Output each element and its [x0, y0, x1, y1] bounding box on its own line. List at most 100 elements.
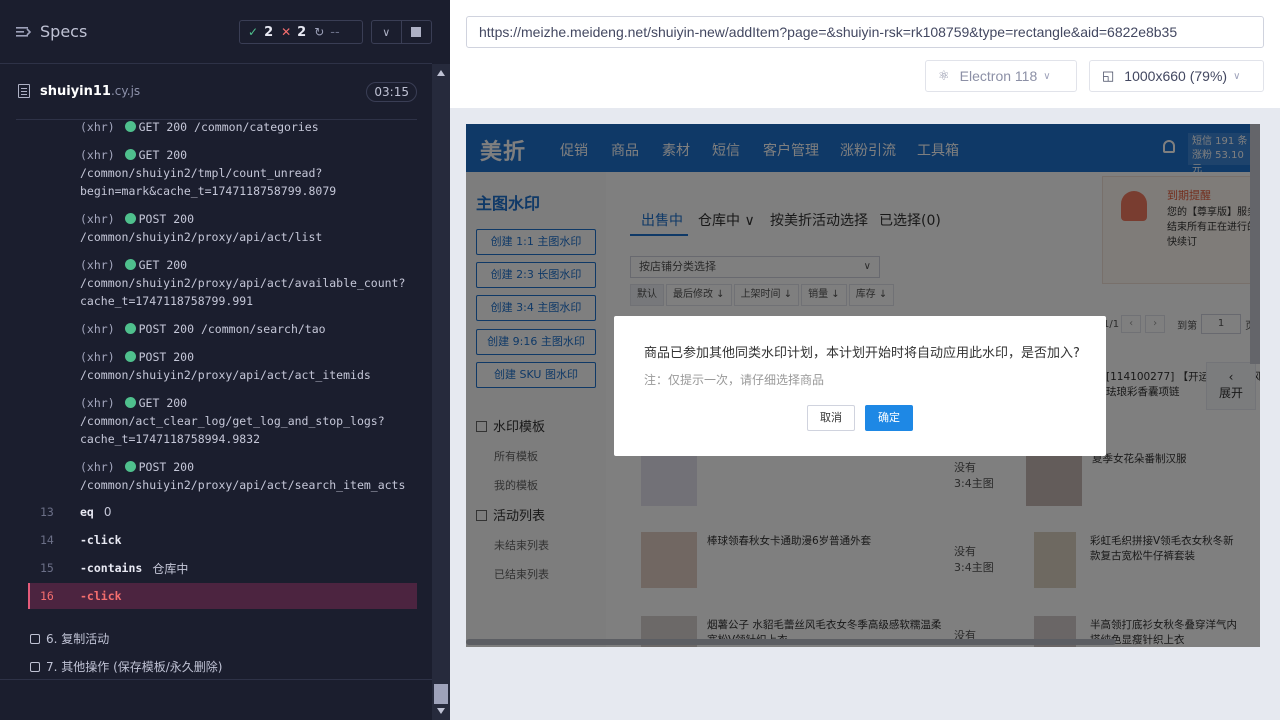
status-dot-icon — [124, 461, 136, 472]
test-item[interactable]: 6. 复制活动 — [30, 630, 109, 647]
xhr-path: /common/shuiyin2/proxy/api/act/available… — [80, 276, 406, 290]
reporter-header: Specs ✓ 2 ✕ 2 ↻ -- ∨ — [0, 0, 432, 64]
xhr-tag: (xhr) — [80, 396, 115, 410]
command-name: -click — [80, 533, 122, 547]
file-icon — [18, 84, 30, 98]
dialog-note: 注：仅提示一次，请仔细选择商品 — [644, 373, 825, 387]
stop-icon — [411, 27, 422, 37]
xhr-path: /common/shuiyin2/tmpl/count_unread? — [80, 166, 323, 180]
scroll-down-icon[interactable] — [437, 708, 445, 714]
command-row[interactable]: 15 -contains 仓库中 — [0, 555, 417, 581]
command-row[interactable]: 14 -click — [0, 527, 417, 553]
spec-name: shuiyin11.cy.js — [40, 84, 140, 99]
passed-stat: ✓ 2 — [248, 25, 273, 40]
viewport-info[interactable]: ◱ 1000x660 (79%) ∨ — [1089, 60, 1264, 92]
xhr-tag: (xhr) — [80, 212, 115, 226]
scroll-thumb[interactable] — [434, 684, 448, 704]
confirm-dialog: 商品已参加其他同类水印计划，本计划开始时将自动应用此水印，是否加入? 注：仅提示… — [614, 316, 1106, 456]
collapse-button[interactable]: ∨ — [372, 21, 402, 43]
chevron-down-icon: ∨ — [1233, 70, 1241, 82]
stop-button[interactable] — [402, 21, 431, 43]
command-number: 13 — [40, 505, 54, 519]
cancel-button[interactable]: 取消 — [807, 405, 855, 431]
command-name: eq — [80, 505, 94, 519]
status-dot-icon — [124, 213, 136, 224]
pending-test-icon — [30, 633, 40, 644]
xhr-method: POST 200 — [138, 212, 195, 226]
electron-icon: ⚛ — [938, 68, 950, 83]
command-number: 14 — [40, 533, 54, 547]
spec-duration: 03:15 — [366, 82, 417, 102]
command-row-failed[interactable]: 16 -click — [28, 583, 417, 609]
header-controls: ∨ — [371, 20, 432, 44]
browser-selector[interactable]: ⚛ Electron 118 ∨ — [925, 60, 1077, 92]
status-dot-icon — [124, 351, 136, 362]
app-iframe: 美折 促销 商品 素材 短信 客户管理 涨粉引流 工具箱 短信 191 条 涨粉… — [466, 124, 1260, 647]
specs-title[interactable]: Specs — [40, 22, 87, 41]
command-number: 15 — [40, 561, 54, 575]
cross-icon: ✕ — [281, 25, 292, 39]
xhr-tag: (xhr) — [80, 120, 115, 134]
xhr-entry[interactable]: (xhr) POST 200 /common/shuiyin2/proxy/api… — [80, 458, 420, 494]
command-arg: 仓库中 — [152, 561, 189, 576]
xhr-entry[interactable]: (xhr) GET 200 /common/act_clear_log/get_l… — [80, 394, 420, 448]
xhr-path: /common/shuiyin2/proxy/api/act/search_it… — [80, 478, 406, 492]
viewport-size: 1000x660 — [1124, 68, 1186, 84]
viewport-icon: ◱ — [1102, 68, 1115, 83]
aut-header: https://meizhe.meideng.net/shuiyin-new/a… — [450, 0, 1280, 108]
spinner-icon: ↻ — [314, 25, 325, 39]
test-label: 7. 其他操作 (保存模板/永久删除) — [46, 660, 223, 674]
zoom-level: (79%) — [1189, 68, 1228, 84]
status-dot-icon — [124, 397, 136, 408]
url-bar[interactable]: https://meizhe.meideng.net/shuiyin-new/a… — [466, 16, 1264, 48]
xhr-path: cache_t=1747118758994.9832 — [80, 432, 261, 446]
status-dot-icon — [124, 121, 136, 132]
pending-count: -- — [330, 24, 340, 40]
xhr-tag: (xhr) — [80, 148, 115, 162]
passed-count: 2 — [264, 24, 274, 40]
xhr-method: GET 200 — [138, 120, 188, 134]
command-row[interactable]: 13 eq 0 — [0, 499, 417, 525]
chevron-down-icon: ∨ — [1043, 70, 1051, 82]
pending-test-icon — [30, 661, 40, 672]
chevron-down-icon: ∨ — [382, 25, 391, 39]
command-name: -contains — [80, 561, 143, 575]
xhr-method: GET 200 — [138, 148, 188, 162]
confirm-button[interactable]: 确定 — [865, 405, 913, 431]
cypress-reporter: Specs ✓ 2 ✕ 2 ↻ -- ∨ shuiyin11.cy.js 03:15 … — [0, 0, 432, 720]
divider — [0, 679, 432, 680]
check-icon: ✓ — [248, 25, 259, 39]
command-number: 16 — [40, 589, 54, 603]
xhr-tag: (xhr) — [80, 322, 115, 336]
spec-name-text: shuiyin11 — [40, 84, 111, 99]
command-arg: 0 — [103, 505, 112, 519]
aut-panel: https://meizhe.meideng.net/shuiyin-new/a… — [450, 0, 1280, 720]
scroll-up-icon[interactable] — [437, 70, 445, 76]
xhr-path: cache_t=1747118758799.991 — [80, 294, 254, 308]
xhr-entry[interactable]: (xhr) GET 200 /common/shuiyin2/tmpl/count… — [80, 146, 420, 200]
xhr-entry[interactable]: (xhr) GET 200 /common/shuiyin2/proxy/api/… — [80, 256, 420, 310]
xhr-tag: (xhr) — [80, 460, 115, 474]
xhr-method: GET 200 — [138, 258, 188, 272]
xhr-entry[interactable]: (xhr) GET 200 /common/categories — [80, 118, 420, 136]
specs-list-icon[interactable] — [16, 24, 32, 40]
xhr-entry[interactable]: (xhr) POST 200 /common/search/tao — [80, 320, 420, 338]
failed-stat: ✕ 2 — [281, 25, 306, 40]
status-dot-icon — [124, 149, 136, 160]
xhr-path: /common/act_clear_log/get_log_and_stop_l… — [80, 414, 385, 428]
test-item[interactable]: 7. 其他操作 (保存模板/永久删除) — [30, 658, 223, 675]
xhr-entry[interactable]: (xhr) POST 200 /common/shuiyin2/proxy/api… — [80, 210, 420, 246]
xhr-method: POST 200 — [138, 460, 195, 474]
xhr-method: POST 200 — [138, 322, 195, 336]
browser-label: Electron 118 — [959, 68, 1038, 84]
xhr-method: POST 200 — [138, 350, 195, 364]
command-log: (xhr) GET 200 /common/categories (xhr) GET… — [0, 112, 432, 612]
xhr-path: /common/shuiyin2/proxy/api/act/list — [80, 230, 323, 244]
xhr-entry[interactable]: (xhr) POST 200 /common/shuiyin2/proxy/api… — [80, 348, 420, 384]
reporter-scrollbar[interactable] — [432, 64, 450, 720]
xhr-tag: (xhr) — [80, 258, 115, 272]
xhr-method: GET 200 — [138, 396, 188, 410]
test-stats: ✓ 2 ✕ 2 ↻ -- — [239, 20, 363, 44]
command-name: -click — [80, 589, 122, 603]
xhr-path: /common/shuiyin2/proxy/api/act/act_itemi… — [80, 368, 371, 382]
